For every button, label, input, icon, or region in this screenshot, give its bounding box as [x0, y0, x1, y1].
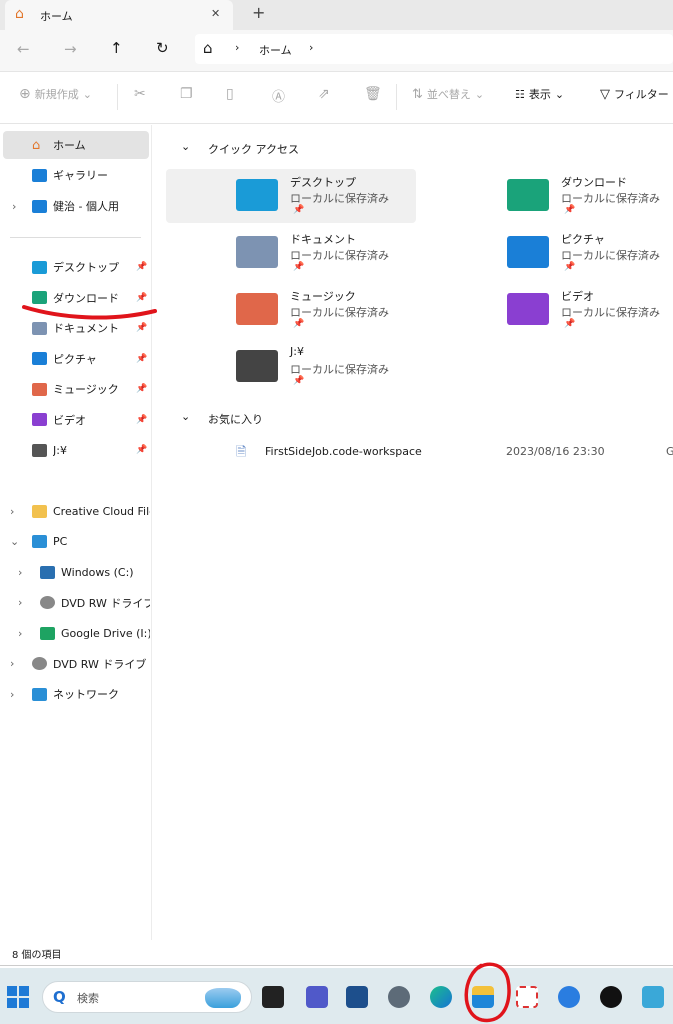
red-underline-annotation	[22, 305, 157, 320]
red-annotations	[22, 305, 511, 1023]
red-circle-annotation	[464, 962, 511, 1023]
